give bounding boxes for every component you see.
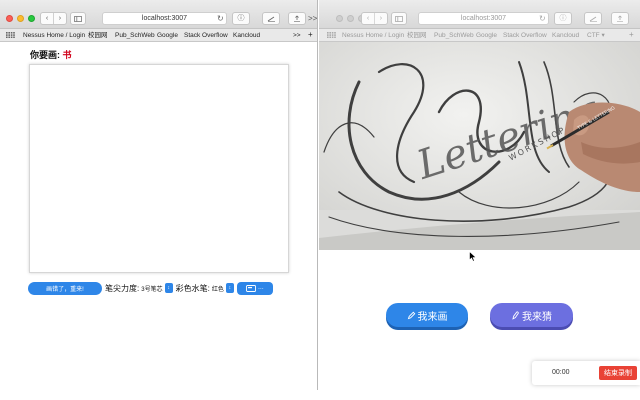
draw-prompt-label: 你要画: xyxy=(30,50,60,60)
traffic-lights xyxy=(6,15,35,22)
forward-icon[interactable]: › xyxy=(54,15,66,22)
draw-prompt-word: 书 xyxy=(62,50,72,60)
reload-icon[interactable]: ↻ xyxy=(539,14,546,23)
pen-size-value: 3号笔芯 xyxy=(141,286,163,293)
info-icon[interactable]: ⓘ xyxy=(232,12,250,25)
updown-arrow-icon: ↕ xyxy=(225,283,234,293)
card-icon xyxy=(245,284,256,292)
bookmark-item[interactable]: Google xyxy=(157,32,178,40)
submit-drawing-button[interactable]: … xyxy=(236,281,273,295)
screen: ‹ › localhost:3007 ↻ ⓘ >> Nessus Home / … xyxy=(0,0,640,400)
info-icon[interactable]: ⓘ xyxy=(554,12,572,25)
pen-color-value: 红色 xyxy=(211,286,224,293)
close-window-button[interactable] xyxy=(6,15,13,22)
title-bar: ‹ › localhost:3007 ↻ ⓘ xyxy=(319,0,640,29)
hero-image: Lettering WORKSHOP TYPE & LETTERING xyxy=(319,42,640,250)
pencil-icon xyxy=(407,311,415,319)
pen-color-label: 彩色水笔: xyxy=(175,283,210,293)
reload-icon[interactable]: ↻ xyxy=(217,14,224,23)
draw-prompt: 你要画: 书 xyxy=(30,48,72,61)
apps-grid-icon[interactable] xyxy=(327,32,336,41)
share-icon[interactable] xyxy=(288,12,306,25)
bookmark-item[interactable]: Pub_SchWeb xyxy=(115,32,155,40)
annotate-icon[interactable] xyxy=(584,12,602,25)
bookmark-item[interactable]: Stack Overflow xyxy=(503,32,547,40)
history-nav: ‹ › xyxy=(361,12,388,25)
sidebar-toggle-icon[interactable] xyxy=(70,12,86,25)
address-bar[interactable]: localhost:3007 xyxy=(102,12,227,25)
screen-recorder-bar: 00:00 结束录制 xyxy=(532,361,640,385)
minimize-window-button[interactable] xyxy=(17,15,24,22)
i-draw-button[interactable]: 我来画 xyxy=(386,303,468,327)
address-bar[interactable]: localhost:3007 xyxy=(418,12,549,25)
browser-window-left: ‹ › localhost:3007 ↻ ⓘ >> Nessus Home / … xyxy=(0,0,318,390)
bookmark-item[interactable]: 校园网 xyxy=(88,32,108,40)
back-icon[interactable]: ‹ xyxy=(41,15,53,22)
forward-icon[interactable]: › xyxy=(375,15,387,22)
i-guess-label: 我来猜 xyxy=(522,311,552,323)
browser-window-right: ‹ › localhost:3007 ↻ ⓘ Nessus Home / Log… xyxy=(319,0,640,390)
bookmark-item[interactable]: Kancloud xyxy=(233,32,260,40)
pen-size-label: 笔尖力度: xyxy=(105,283,140,293)
i-guess-button[interactable]: 我来猜 xyxy=(490,303,573,327)
more-toolbar-icon[interactable]: >> xyxy=(308,14,317,23)
bookmark-item[interactable]: 校园网 xyxy=(407,32,427,40)
drawing-toolbar: 画错了，重来! 笔尖力度: 3号笔芯 ↕ 彩色水笔: 红色 ↕ … xyxy=(28,281,273,295)
bookmark-item[interactable]: Kancloud xyxy=(552,32,579,40)
mouse-cursor-icon xyxy=(469,251,477,262)
title-bar: ‹ › localhost:3007 ↻ ⓘ >> xyxy=(0,0,317,29)
updown-arrow-icon: ↕ xyxy=(164,283,173,293)
back-icon[interactable]: ‹ xyxy=(362,15,374,22)
recording-timer: 00:00 xyxy=(552,369,570,376)
bookmark-folder-ctf[interactable]: CTF ▾ xyxy=(587,32,605,40)
more-bookmarks-icon[interactable]: >> xyxy=(293,32,301,40)
history-nav: ‹ › xyxy=(40,12,67,25)
pen-size-select[interactable]: 3号笔芯 ↕ xyxy=(141,283,173,293)
annotate-icon[interactable] xyxy=(262,12,280,25)
stop-recording-button[interactable]: 结束录制 xyxy=(599,366,637,380)
drawing-canvas[interactable] xyxy=(29,64,289,273)
lettering-artwork: Lettering WORKSHOP TYPE & LETTERING xyxy=(319,42,640,250)
new-tab-button[interactable]: + xyxy=(629,31,634,39)
bookmark-item[interactable]: Google xyxy=(476,32,497,40)
redo-drawing-button[interactable]: 画错了，重来! xyxy=(28,281,102,295)
bookmarks-bar: Nessus Home / Login 校园网 Pub_SchWeb Googl… xyxy=(0,29,317,42)
bookmarks-bar: Nessus Home / Login 校园网 Pub_SchWeb Googl… xyxy=(319,29,640,42)
pen-icon xyxy=(512,310,519,320)
pen-color-select[interactable]: 红色 ↕ xyxy=(212,283,234,293)
bookmark-item[interactable]: Nessus Home / Login xyxy=(342,32,404,40)
apps-grid-icon[interactable] xyxy=(6,32,15,41)
minimize-window-button[interactable] xyxy=(347,15,354,22)
bookmark-item[interactable]: Pub_SchWeb xyxy=(434,32,474,40)
new-tab-button[interactable]: + xyxy=(308,31,313,39)
share-icon[interactable] xyxy=(611,12,629,25)
bookmark-item[interactable]: Stack Overflow xyxy=(184,32,228,40)
sidebar-toggle-icon[interactable] xyxy=(391,12,407,25)
fullscreen-window-button[interactable] xyxy=(28,15,35,22)
bookmark-item[interactable]: Nessus Home / Login xyxy=(23,32,85,40)
i-draw-label: 我来画 xyxy=(417,311,448,323)
close-window-button[interactable] xyxy=(336,15,343,22)
